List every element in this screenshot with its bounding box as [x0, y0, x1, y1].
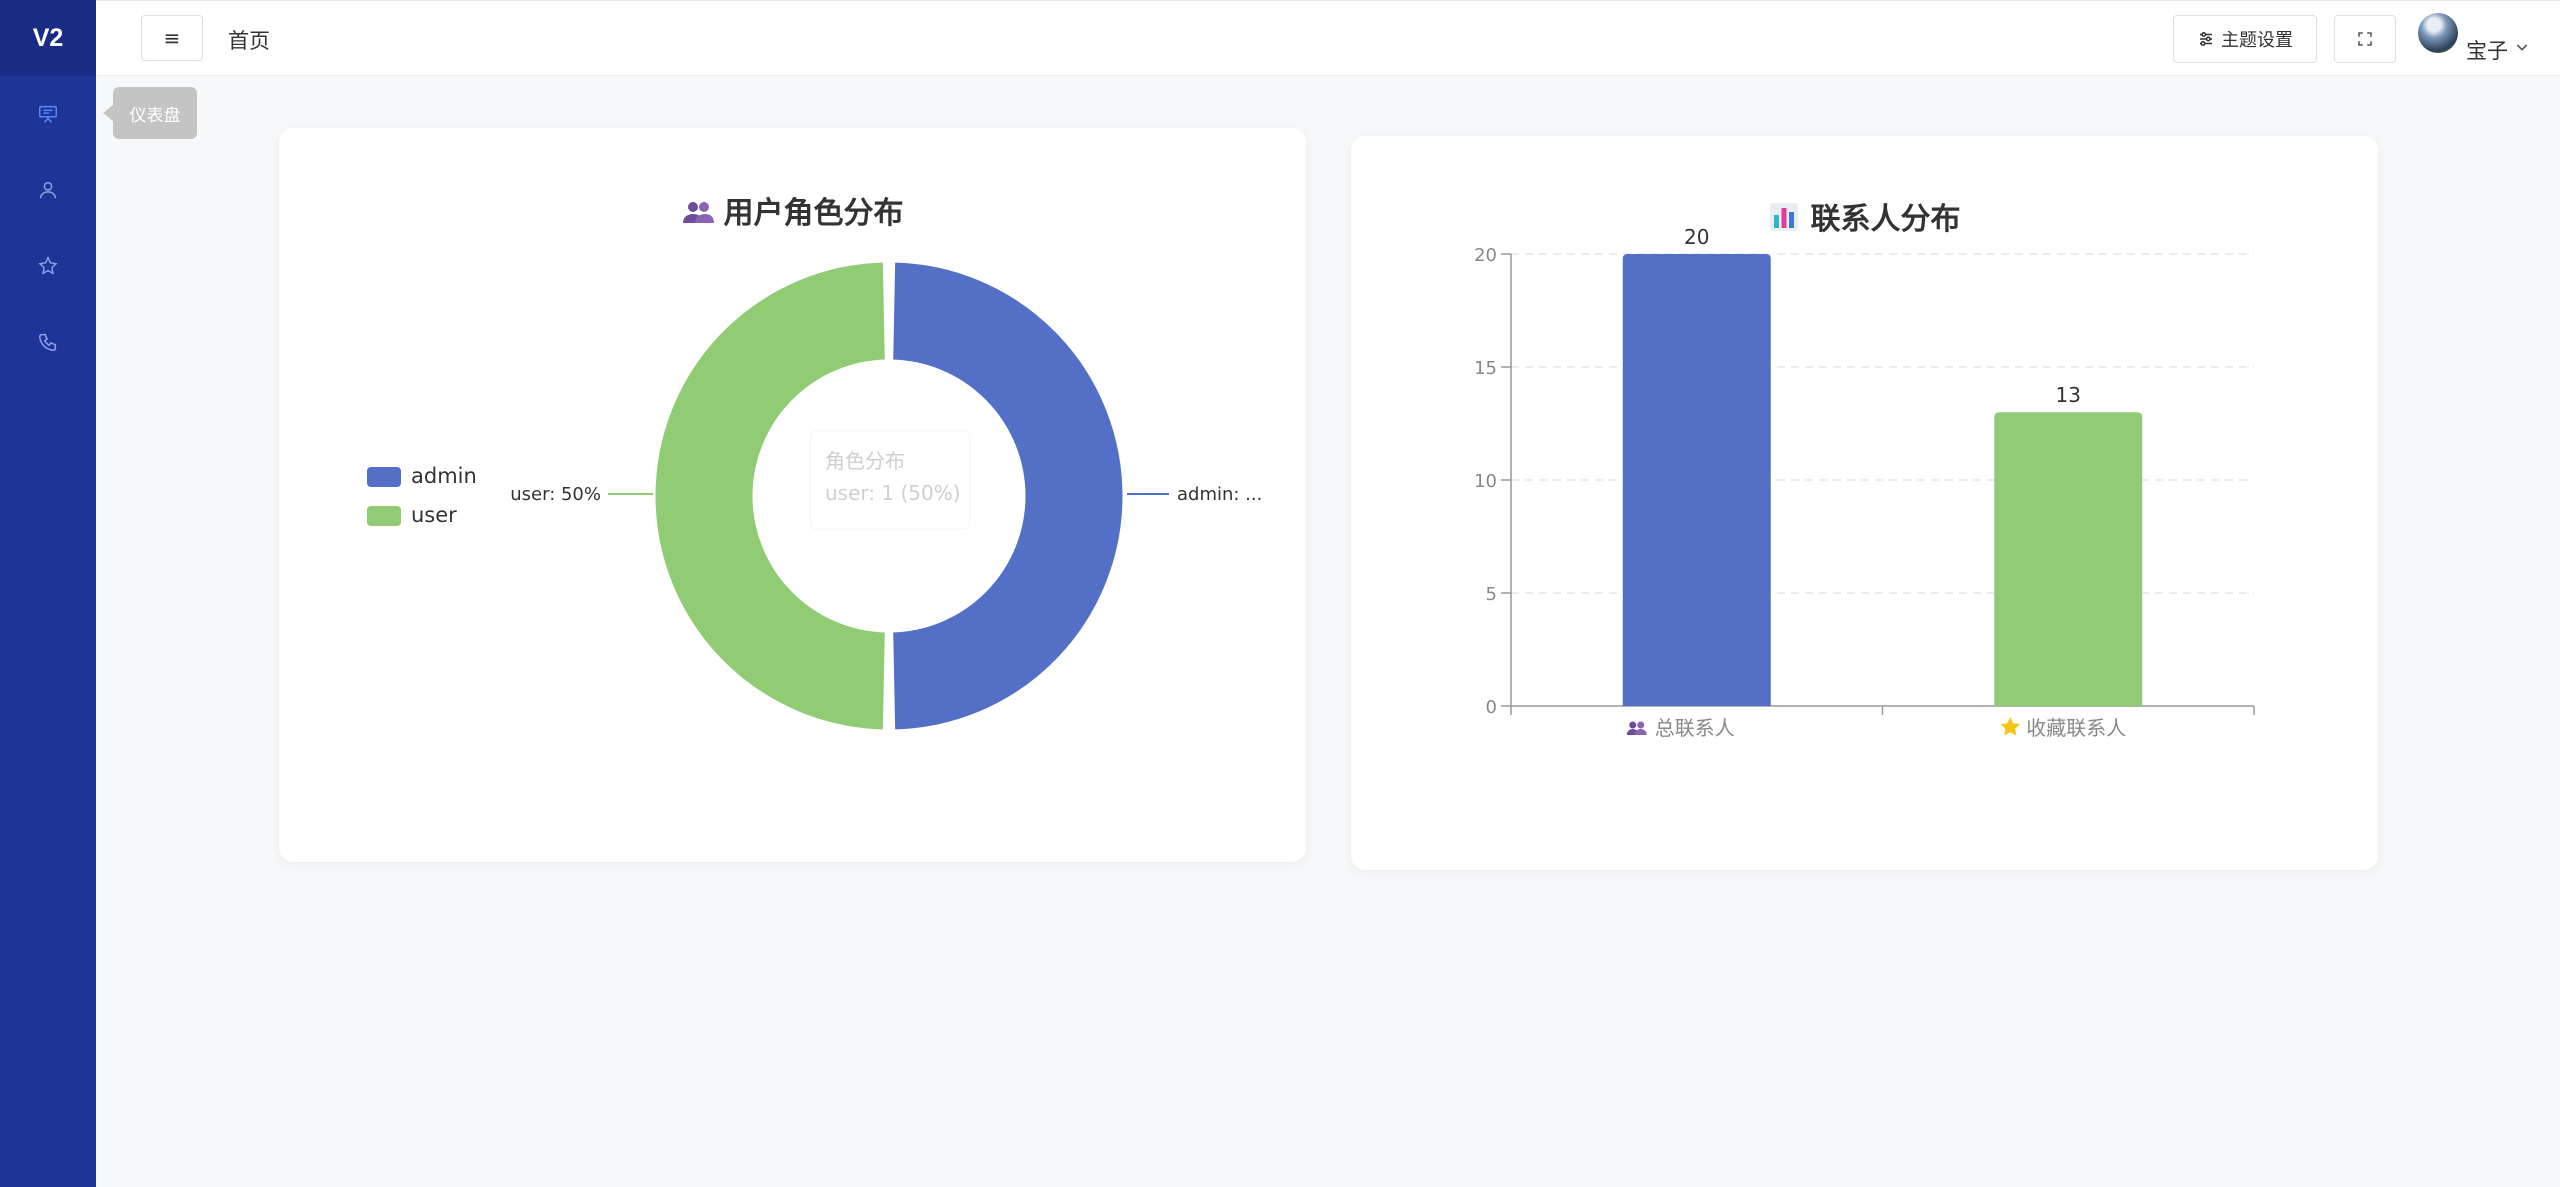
- menu-toggle-button[interactable]: ≡: [141, 15, 203, 61]
- user-name[interactable]: 宝子: [2466, 35, 2508, 65]
- x-category-label: 收藏联系人: [2000, 716, 2126, 740]
- bar-value-label: 13: [2056, 383, 2081, 407]
- x-category-text: 总联系人: [1655, 716, 1735, 740]
- y-tick-label: 10: [1474, 471, 1497, 492]
- pie-tooltip: [809, 430, 971, 530]
- slice-label-admin: admin: ...: [1177, 484, 1262, 505]
- pie-chart: admin user user: 50% admin: ... 角色分布 use…: [367, 259, 1262, 733]
- bar-2[interactable]: [1994, 412, 2143, 706]
- legend-label-user[interactable]: user: [411, 503, 457, 527]
- sliders-icon: [2200, 32, 2212, 46]
- sidebar-item-contacts[interactable]: [0, 304, 96, 380]
- y-tick-label: 0: [1486, 697, 1497, 718]
- header: ≡ 首页 主题设置 宝子: [96, 0, 2560, 76]
- sidebar: V2: [0, 0, 96, 1187]
- logo: V2: [0, 0, 96, 76]
- sidebar-item-dashboard[interactable]: [0, 76, 96, 152]
- x-category-text: 收藏联系人: [2026, 716, 2126, 740]
- avatar[interactable]: [2418, 13, 2458, 53]
- star-icon: [38, 256, 58, 275]
- y-tick-label: 15: [1474, 358, 1497, 379]
- phone-icon: [39, 333, 57, 351]
- sidebar-item-favorites[interactable]: [0, 228, 96, 304]
- star-icon: [2000, 717, 2021, 736]
- bar-value-label: 20: [1684, 225, 1709, 249]
- contact-distribution-card: 联系人分布 0 5 10 15 20 20 13 总联系人 收藏联系人: [1351, 136, 2378, 870]
- users-icon: [1626, 721, 1647, 735]
- y-tick-label: 20: [1474, 245, 1497, 266]
- legend-swatch-user[interactable]: [367, 506, 401, 526]
- bar-chart: 0 5 10 15 20 20 13 总联系人 收藏联系人: [1474, 225, 2255, 740]
- user-icon: [39, 181, 57, 199]
- sidebar-tooltip: 仪表盘: [103, 87, 197, 139]
- legend-label-admin[interactable]: admin: [411, 464, 477, 488]
- theme-settings-label: 主题设置: [2221, 30, 2293, 51]
- pie-tooltip-title: 角色分布: [825, 449, 905, 473]
- pie-tooltip-value: user: 1 (50%): [825, 481, 961, 505]
- chevron-down-icon[interactable]: [2514, 39, 2530, 55]
- presentation-board-icon: [39, 105, 57, 123]
- theme-settings-button[interactable]: 主题设置: [2173, 15, 2317, 63]
- fullscreen-button[interactable]: [2334, 15, 2396, 63]
- slice-label-user: user: 50%: [510, 484, 601, 505]
- x-category-label: 总联系人: [1626, 716, 1735, 740]
- legend-swatch-admin[interactable]: [367, 467, 401, 487]
- y-tick-label: 5: [1486, 584, 1497, 605]
- sidebar-item-users[interactable]: [0, 152, 96, 228]
- breadcrumb[interactable]: 首页: [228, 25, 270, 55]
- bar-1[interactable]: [1622, 254, 1771, 706]
- fullscreen-icon: [2358, 32, 2372, 46]
- role-distribution-card: 用户角色分布 admin user user: 50% admin: ... 角…: [279, 128, 1306, 862]
